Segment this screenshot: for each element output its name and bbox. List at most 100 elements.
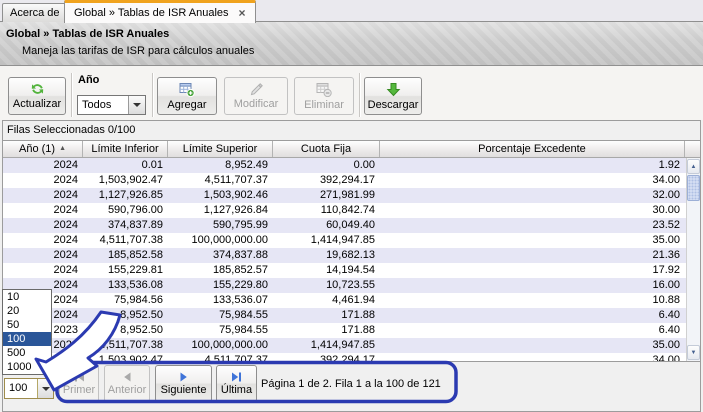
page-header-panel: Global » Tablas de ISR Anuales Maneja la… <box>0 22 703 66</box>
table-cell: 271,981.99 <box>319 189 375 201</box>
table-row[interactable]: 2024 75,984.56 133,536.07 4,461.94 10.88 <box>3 293 686 308</box>
modificar-button[interactable]: Modificar <box>224 77 288 115</box>
table-cell: 35.00 <box>652 339 680 351</box>
tab-tablas-isr-anuales[interactable]: Global » Tablas de ISR Anuales × <box>64 0 256 23</box>
table-cell: 2024 <box>53 174 78 186</box>
table-cell: 4,511,707.38 <box>99 339 163 351</box>
first-page-button[interactable]: Primer <box>59 365 99 402</box>
table-cell: 2024 <box>53 219 78 231</box>
table-cell: 2024 <box>53 249 78 261</box>
table-row[interactable]: 2024 8,952.50 75,984.55 171.88 6.40 <box>3 308 686 323</box>
tab-acerca-de[interactable]: Acerca de <box>2 3 68 22</box>
table-cell: 10.88 <box>652 294 680 306</box>
table-row[interactable]: 2024 155,229.81 185,852.57 14,194.54 17.92 <box>3 263 686 278</box>
page-size-option[interactable]: 500 <box>3 346 51 360</box>
table-row[interactable]: 2023 8,952.50 75,984.55 171.88 6.40 <box>3 323 686 338</box>
eliminar-button[interactable]: Eliminar <box>294 77 354 115</box>
column-header[interactable]: Año (1) ▲ <box>3 141 83 157</box>
table-cell: 110,842.74 <box>320 204 375 216</box>
refresh-icon <box>31 84 43 94</box>
table-cell: 1,414,947.85 <box>310 339 375 351</box>
year-select[interactable]: Todos <box>77 95 146 115</box>
isr-tables-window: Acerca de Global » Tablas de ISR Anuales… <box>0 0 703 412</box>
first-page-icon <box>74 372 84 381</box>
next-page-button[interactable]: Siguiente <box>155 365 212 402</box>
column-header[interactable]: Límite Superior <box>168 141 273 157</box>
page-size-option[interactable]: 50 <box>3 318 51 332</box>
table-cell: 34.00 <box>652 354 680 361</box>
page-size-dropdown-button[interactable] <box>37 379 53 398</box>
pager-status-text: Página 1 de 2. Fila 1 a la 100 de 121 <box>261 378 441 390</box>
table-cell: 374,837.88 <box>212 249 268 261</box>
table-cell: 0.01 <box>141 159 163 171</box>
table-cell: 392,294.17 <box>319 354 375 361</box>
table-cell: 4,511,707.37 <box>204 354 268 361</box>
scrollbar-up-icon[interactable]: ▲ <box>687 159 700 174</box>
page-size-combo[interactable]: 100 <box>4 378 54 399</box>
table-row[interactable]: 2024 1,127,926.85 1,503,902.46 271,981.99 32… <box>3 188 686 203</box>
column-header-label: Límite Superior <box>182 143 258 155</box>
chevron-down-icon <box>41 386 50 391</box>
table-cell: 34.00 <box>652 174 680 186</box>
table-cell: 1,127,926.84 <box>203 204 268 216</box>
table-add-icon <box>179 82 195 97</box>
previous-page-button[interactable]: Anterior <box>104 365 150 402</box>
table-header: Año (1) ▲ Límite Inferior Límite Superior Cu… <box>3 141 700 158</box>
table-cell: 590,795.99 <box>212 219 268 231</box>
table-row[interactable]: 2024 0.01 8,952.49 0.00 1.92 <box>3 158 686 173</box>
table-cell: 185,852.57 <box>212 264 268 276</box>
table-cell: 155,229.80 <box>212 279 268 291</box>
table-cell: 171.88 <box>341 324 375 336</box>
table-cell: 17.92 <box>652 264 680 276</box>
last-page-button[interactable]: Última <box>216 365 257 402</box>
page-size-option[interactable]: 100 <box>3 332 51 346</box>
column-header-filler <box>685 141 700 157</box>
table-row[interactable]: 2024 4,511,707.38 100,000,000.00 1,414,947.… <box>3 233 686 248</box>
table-row[interactable]: 2024 1,503,902.47 4,511,707.37 392,294.17 34… <box>3 173 686 188</box>
table-cell: 6.40 <box>658 309 680 321</box>
table-row[interactable]: 2023 4,511,707.38 100,000,000.00 1,414,947.… <box>3 338 686 353</box>
next-page-icon <box>180 372 187 381</box>
table-row[interactable]: 2024 185,852.58 374,837.88 19,682.13 21.36 <box>3 248 686 263</box>
agregar-button[interactable]: Agregar <box>157 77 217 115</box>
table-row[interactable]: 2023 1,503,902.47 4,511,707.37 392,294.17 34… <box>3 353 686 361</box>
chevron-down-icon <box>133 103 141 107</box>
table-row[interactable]: 2024 374,837.89 590,795.99 60,049.40 23.52 <box>3 218 686 233</box>
table-cell: 8,952.50 <box>120 324 163 336</box>
vertical-scrollbar[interactable]: ▲ ▼ <box>686 158 700 361</box>
column-header[interactable]: Porcentaje Excedente <box>380 141 685 157</box>
table-cell: 1,414,947.85 <box>310 234 375 246</box>
table-cell: 23.52 <box>652 219 680 231</box>
table-cell: 6.40 <box>658 324 680 336</box>
page-size-option[interactable]: 20 <box>3 304 51 318</box>
table-row[interactable]: 2024 590,796.00 1,127,926.84 110,842.74 30.0… <box>3 203 686 218</box>
table-row[interactable]: 2024 133,536.08 155,229.80 10,723.55 16.00 <box>3 278 686 293</box>
table-delete-icon <box>316 82 332 97</box>
scrollbar-thumb[interactable] <box>687 175 700 201</box>
page-size-option[interactable]: 1000 <box>3 360 51 374</box>
table-cell: 8,952.49 <box>225 159 268 171</box>
table-cell: 75,984.55 <box>219 309 268 321</box>
table-cell: 35.00 <box>652 234 680 246</box>
table-cell: 392,294.17 <box>319 174 375 186</box>
page-subtitle: Maneja las tarifas de ISR para cálculos … <box>22 45 255 57</box>
modificar-label: Modificar <box>233 98 279 110</box>
page-size-popup: 10 20 50 100 500 1000 <box>2 289 52 375</box>
tab-bar: Acerca de Global » Tablas de ISR Anuales… <box>0 0 703 23</box>
table-cell: 32.00 <box>652 189 680 201</box>
page-size-option[interactable]: 10 <box>3 290 51 304</box>
actualizar-button[interactable]: Actualizar <box>8 77 66 115</box>
close-icon[interactable]: × <box>239 7 246 19</box>
table-cell: 100,000,000.00 <box>191 234 268 246</box>
page-title: Global » Tablas de ISR Anuales <box>6 28 170 40</box>
previous-page-label: Anterior <box>107 383 147 396</box>
column-header[interactable]: Límite Inferior <box>83 141 168 157</box>
table-cell: 1,503,902.47 <box>98 174 163 186</box>
toolbar: Actualizar Año Todos Agregar Modificar E… <box>0 66 703 120</box>
year-select-dropdown-button[interactable] <box>128 96 145 114</box>
scrollbar-down-icon[interactable]: ▼ <box>687 345 700 360</box>
descargar-button[interactable]: Descargar <box>364 77 422 115</box>
table-cell: 75,984.55 <box>219 324 268 336</box>
table-cell: 185,852.58 <box>107 249 163 261</box>
column-header[interactable]: Cuota Fija <box>273 141 380 157</box>
